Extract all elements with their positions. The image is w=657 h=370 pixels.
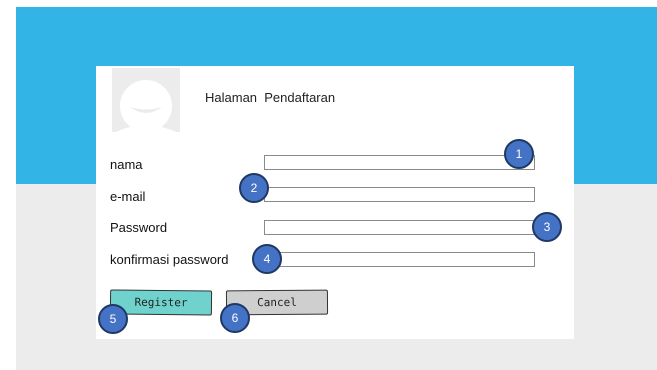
annotation-marker-3: 3	[532, 212, 562, 242]
annotation-marker-2: 2	[239, 173, 269, 203]
annotation-marker-1: 1	[504, 139, 534, 169]
confirm-password-field[interactable]	[264, 252, 535, 267]
password-field[interactable]	[264, 220, 535, 235]
page-title: Halaman Pendaftaran	[205, 90, 336, 105]
annotation-marker-6: 6	[220, 303, 250, 333]
nama-label: nama	[110, 157, 143, 172]
user-avatar-icon	[112, 68, 180, 132]
page-background: Halaman Pendaftaran nama e-mail Password…	[16, 7, 657, 370]
registration-card: Halaman Pendaftaran nama e-mail Password…	[96, 66, 574, 339]
annotation-marker-4: 4	[252, 244, 282, 274]
confirm-password-label: konfirmasi password	[110, 252, 229, 267]
nama-field[interactable]	[264, 155, 535, 170]
email-label: e-mail	[110, 189, 146, 204]
annotation-marker-5: 5	[98, 304, 128, 334]
password-label: Password	[110, 220, 168, 235]
email-field[interactable]	[264, 187, 535, 202]
